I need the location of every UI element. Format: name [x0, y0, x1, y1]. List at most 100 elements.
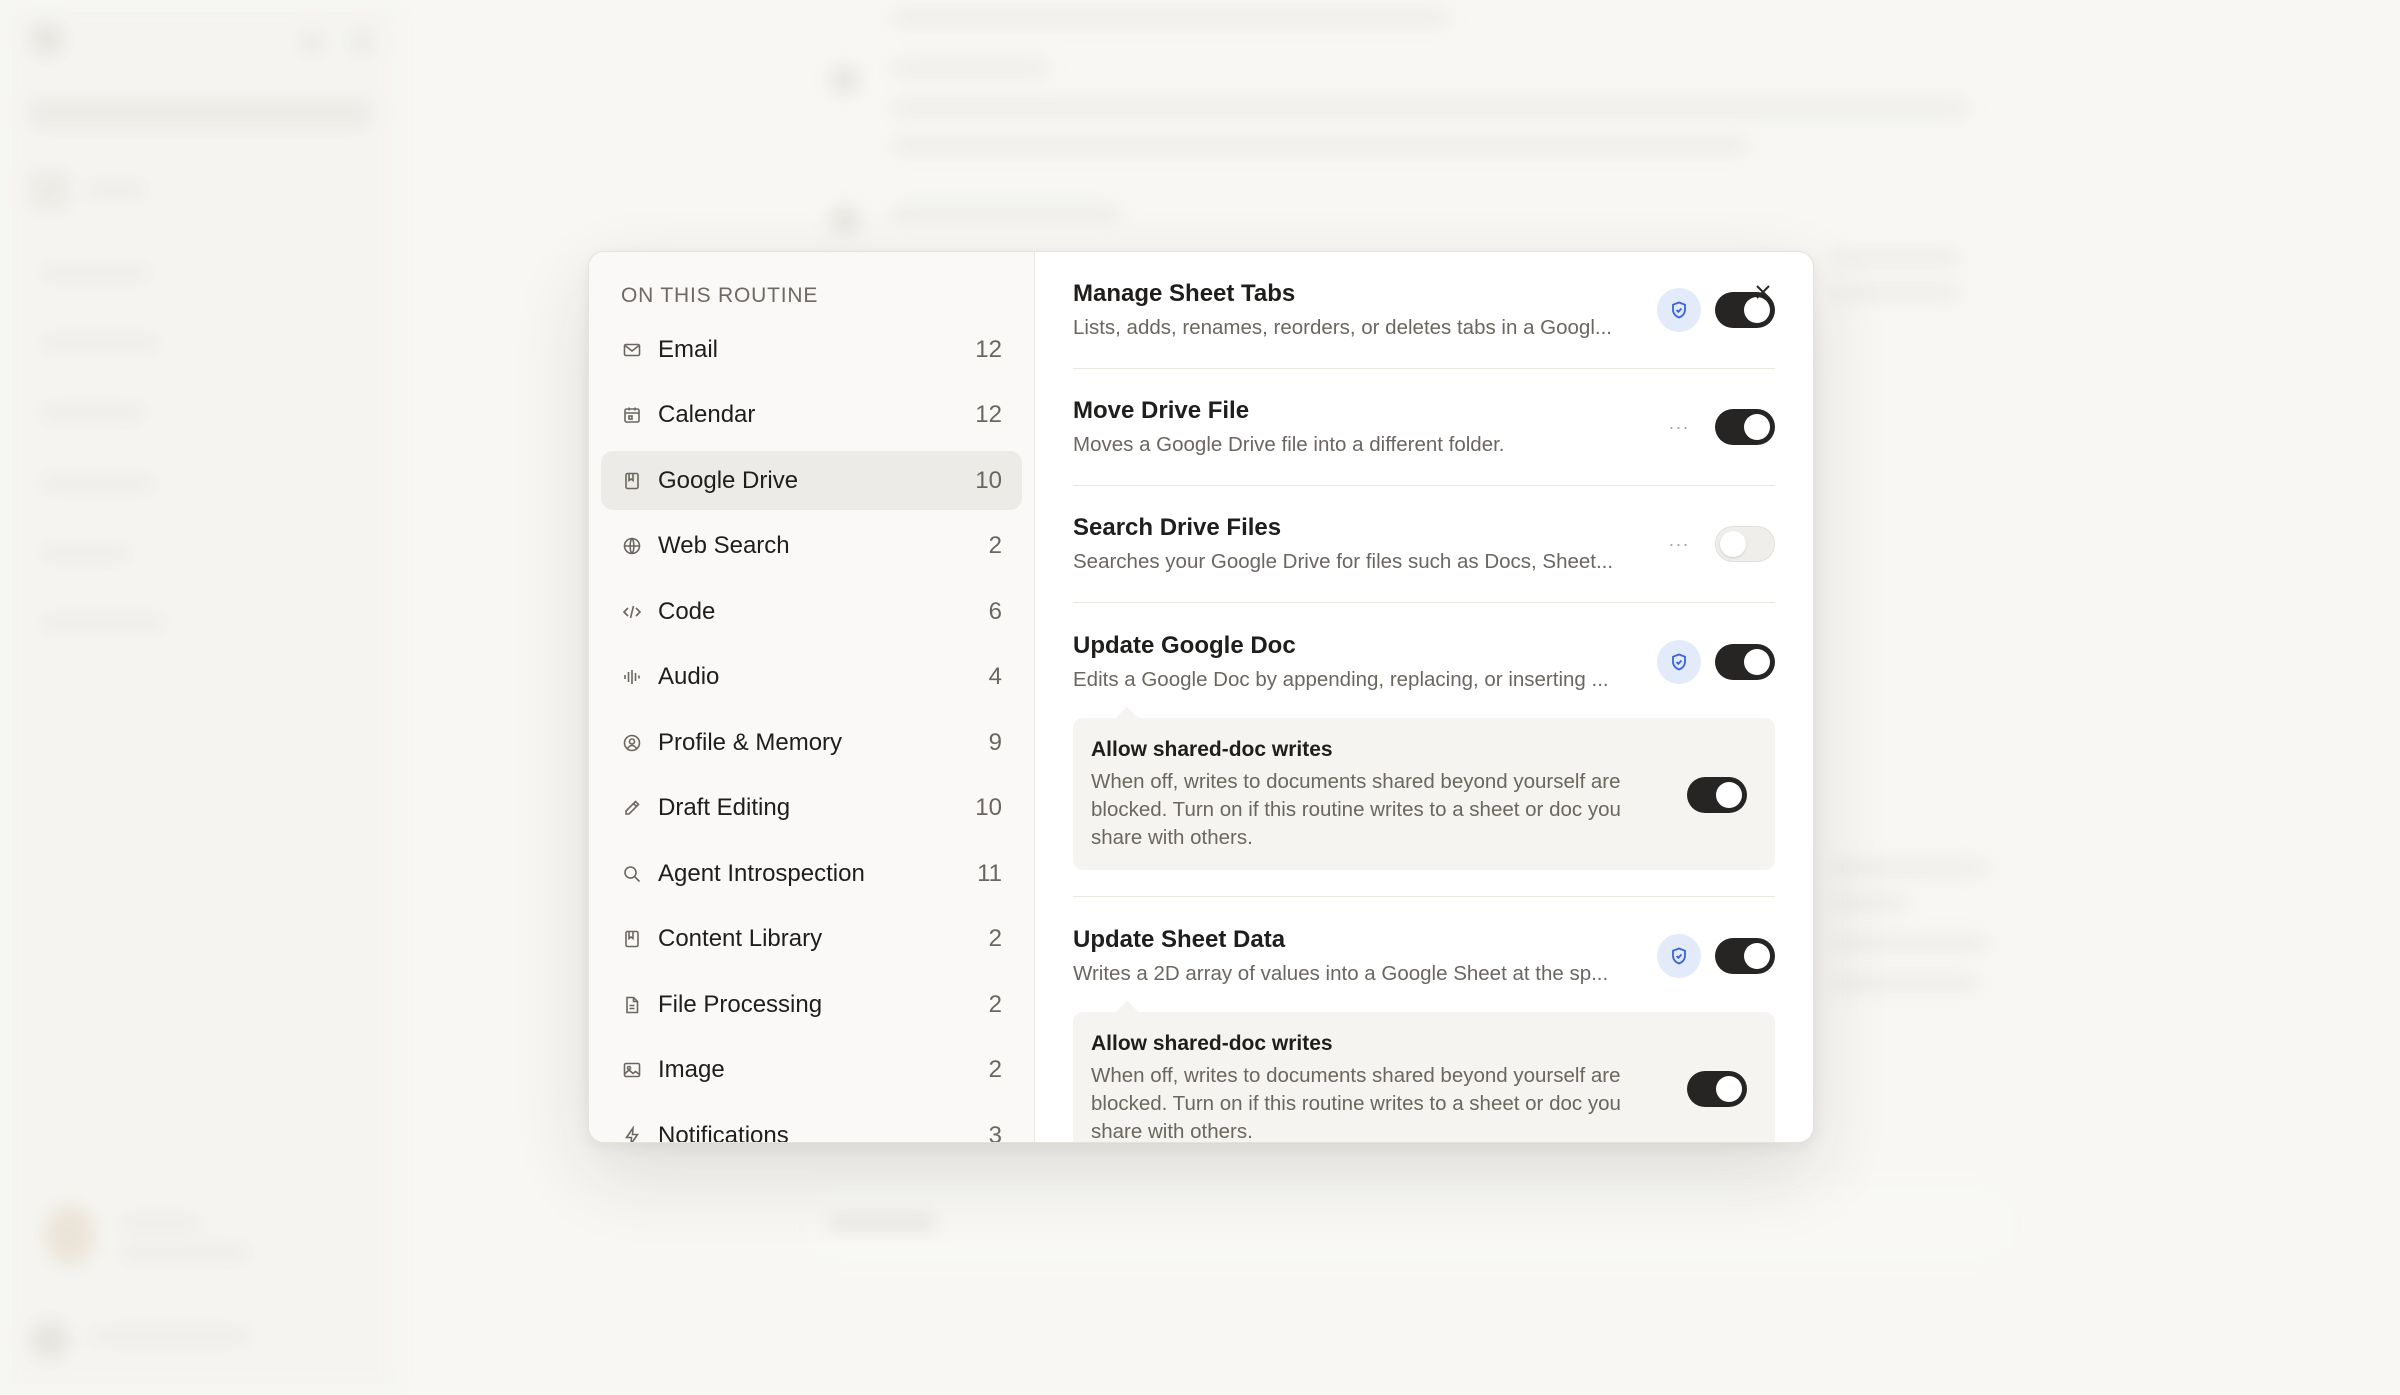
tool-description: Edits a Google Doc by appending, replaci…: [1073, 667, 1609, 691]
tool-actions: [1657, 933, 1775, 978]
library-icon: [621, 928, 643, 950]
tool-row-move-drive-file: Move Drive File Moves a Google Drive fil…: [1073, 369, 1775, 486]
nav-item-label: Agent Introspection: [658, 859, 865, 887]
nav-item-label: Profile & Memory: [658, 728, 843, 756]
more-options-button[interactable]: ···: [1657, 405, 1701, 449]
nav-item-label: Draft Editing: [658, 794, 791, 821]
setting-description: When off, writes to documents shared bey…: [1091, 1064, 1621, 1142]
nav-item-label: Calendar: [658, 401, 756, 428]
nav-heading: ON THIS ROUTINE: [621, 284, 819, 307]
setting-description: When off, writes to documents shared bey…: [1091, 770, 1621, 849]
nav-item-code[interactable]: Code 6: [601, 582, 1022, 641]
tool-description: Lists, adds, renames, reorders, or delet…: [1073, 316, 1612, 339]
shield-icon: [1672, 301, 1686, 319]
nav-item-count: 2: [988, 1056, 1002, 1083]
tool-title: Update Google Doc: [1073, 631, 1296, 659]
tool-text: Update Sheet Data Writes a 2D array of v…: [1073, 926, 1639, 986]
routine-tools-modal: ON THIS ROUTINE Email 12 Calendar 12 Goo…: [588, 251, 1814, 1143]
nav-item-count: 12: [975, 401, 1002, 428]
nav-item-count: 3: [988, 1121, 1002, 1143]
setting-text: Allow shared-doc writes When off, writes…: [1091, 738, 1687, 852]
approval-shield-button[interactable]: [1657, 933, 1701, 978]
tool-title: Manage Sheet Tabs: [1073, 280, 1296, 307]
shared-doc-writes-toggle[interactable]: [1687, 777, 1747, 813]
tool-text: Search Drive Files Searches your Google …: [1073, 514, 1639, 574]
close-icon: [1756, 285, 1770, 299]
globe-icon: [621, 535, 643, 557]
nav-item-draft-editing[interactable]: Draft Editing 10: [601, 779, 1022, 838]
nav-item-audio[interactable]: Audio 4: [601, 648, 1022, 707]
tool-row-update-google-doc: Update Google Doc Edits a Google Doc by …: [1073, 603, 1775, 720]
tool-actions: ···: [1657, 405, 1775, 449]
close-button[interactable]: [1749, 278, 1777, 306]
file-icon: [621, 994, 643, 1016]
nav-item-count: 2: [988, 990, 1002, 1018]
tool-text: Manage Sheet Tabs Lists, adds, renames, …: [1073, 280, 1639, 340]
nav-item-count: 12: [975, 335, 1002, 363]
approval-shield-button[interactable]: [1657, 639, 1701, 684]
image-icon: [621, 1059, 643, 1081]
tool-row-update-sheet-data: Update Sheet Data Writes a 2D array of v…: [1073, 897, 1775, 1014]
tool-group-update-google-doc: Update Google Doc Edits a Google Doc by …: [1073, 603, 1775, 897]
nav-item-label: Audio: [658, 663, 720, 690]
tool-title: Update Sheet Data: [1073, 925, 1286, 953]
tool-category-nav: ON THIS ROUTINE Email 12 Calendar 12 Goo…: [589, 252, 1035, 1142]
tool-actions: ···: [1657, 522, 1775, 566]
pencil-icon: [621, 797, 643, 819]
tool-toggle[interactable]: [1715, 937, 1775, 974]
tool-title: Search Drive Files: [1073, 514, 1282, 541]
shield-icon: [1672, 653, 1686, 670]
tool-list-panel[interactable]: Manage Sheet Tabs Lists, adds, renames, …: [1035, 252, 1813, 1142]
nav-item-image[interactable]: Image 2: [601, 1041, 1022, 1100]
nav-item-count: 6: [988, 597, 1002, 625]
nav-item-count: 2: [988, 532, 1002, 559]
nav-item-count: 10: [975, 794, 1002, 821]
tool-row-search-drive-files: Search Drive Files Searches your Google …: [1073, 486, 1775, 603]
code-icon: [621, 601, 643, 623]
nav-item-google-drive[interactable]: Google Drive 10: [601, 451, 1022, 510]
setting-title: Allow shared-doc writes: [1091, 1032, 1333, 1055]
tool-toggle[interactable]: [1715, 409, 1775, 445]
tool-text: Move Drive File Moves a Google Drive fil…: [1073, 397, 1639, 457]
bolt-icon: [621, 1125, 643, 1142]
tool-toggle[interactable]: [1715, 526, 1775, 562]
nav-item-label: Image: [658, 1056, 725, 1083]
shared-doc-writes-setting: Allow shared-doc writes When off, writes…: [1073, 1012, 1775, 1142]
nav-item-count: 2: [988, 925, 1002, 952]
nav-item-agent-introspection[interactable]: Agent Introspection 11: [601, 844, 1022, 903]
tool-row-manage-sheet-tabs: Manage Sheet Tabs Lists, adds, renames, …: [1073, 252, 1775, 369]
nav-item-label: Email: [658, 335, 719, 363]
nav-item-label: Code: [658, 597, 716, 625]
shield-icon: [1672, 947, 1686, 964]
nav-item-count: 11: [977, 859, 1002, 887]
nav-item-label: Google Drive: [658, 466, 799, 494]
more-options-button[interactable]: ···: [1657, 522, 1701, 566]
nav-item-content-library[interactable]: Content Library 2: [601, 910, 1022, 969]
tool-description: Writes a 2D array of values into a Googl…: [1073, 961, 1609, 985]
profile-icon: [621, 732, 643, 754]
nav-item-file-processing[interactable]: File Processing 2: [601, 975, 1022, 1034]
tool-toggle[interactable]: [1715, 643, 1775, 680]
nav-item-web-search[interactable]: Web Search 2: [601, 517, 1022, 576]
drive-icon: [621, 470, 643, 492]
tool-actions: [1657, 639, 1775, 684]
setting-text: Allow shared-doc writes When off, writes…: [1091, 1032, 1687, 1142]
nav-item-notifications[interactable]: Notifications 3: [601, 1106, 1022, 1142]
calendar-icon: [621, 404, 643, 426]
tool-description: Moves a Google Drive file into a differe…: [1073, 433, 1505, 456]
nav-item-label: Notifications: [658, 1121, 789, 1143]
nav-item-profile-memory[interactable]: Profile & Memory 9: [601, 713, 1022, 772]
tool-title: Move Drive File: [1073, 397, 1250, 424]
nav-item-label: File Processing: [658, 990, 823, 1018]
audio-waveform-icon: [621, 666, 643, 688]
approval-shield-button[interactable]: [1657, 288, 1701, 332]
nav-item-count: 4: [988, 663, 1002, 690]
shared-doc-writes-toggle[interactable]: [1687, 1071, 1747, 1107]
nav-item-calendar[interactable]: Calendar 12: [601, 386, 1022, 445]
nav-item-email[interactable]: Email 12: [601, 320, 1022, 379]
tool-description: Searches your Google Drive for files suc…: [1073, 550, 1614, 573]
search-icon: [621, 863, 643, 885]
tool-text: Update Google Doc Edits a Google Doc by …: [1073, 632, 1639, 692]
nav-item-count: 9: [988, 728, 1002, 756]
nav-item-count: 10: [975, 466, 1002, 494]
